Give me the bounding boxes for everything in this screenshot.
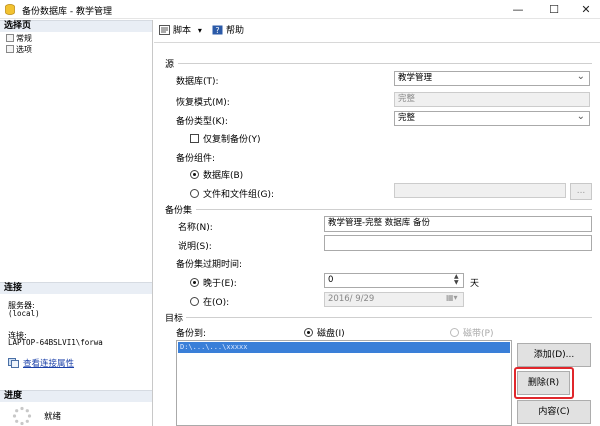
backup-type-select[interactable]: 完整 <box>394 111 590 126</box>
page-options-label: 选项 <box>16 45 32 54</box>
component-database-radio[interactable]: 数据库(B) <box>190 168 243 181</box>
view-connection-properties-label: 查看连接属性 <box>23 359 75 369</box>
expire-on-radio[interactable]: 在(O): <box>190 295 229 308</box>
server-value: (local) <box>8 309 40 318</box>
page-icon <box>6 45 14 53</box>
description-input[interactable] <box>324 235 592 251</box>
backup-type-label: 备份类型(K): <box>176 117 228 127</box>
chevron-down-icon: ▾ <box>197 26 202 35</box>
destination-list[interactable]: D:\...\...\xxxxx <box>176 340 512 426</box>
disk-label: 磁盘(I) <box>317 329 345 339</box>
copy-only-label: 仅复制备份(Y) <box>203 135 261 145</box>
radio-dot <box>190 189 199 198</box>
expire-label: 备份集过期时间: <box>176 260 243 270</box>
source-section-title: 源 <box>165 60 175 70</box>
close-button[interactable]: ✕ <box>572 0 600 19</box>
expire-after-radio[interactable]: 晚于(E): <box>190 276 237 289</box>
backup-set-divider <box>196 209 592 210</box>
component-files-radio[interactable]: 文件和文件组(G): <box>190 187 274 200</box>
files-field <box>394 183 566 198</box>
help-button[interactable]: ? 帮助 <box>212 24 244 38</box>
annotation-highlight-box <box>514 367 574 399</box>
window-title: 备份数据库 - 教学管理 <box>22 7 112 17</box>
radio-dot <box>190 170 199 179</box>
backup-component-label: 备份组件: <box>176 154 216 164</box>
toolbar-divider <box>154 42 600 43</box>
properties-icon <box>8 358 19 368</box>
expire-date-picker: 2016/ 9/29 <box>324 292 464 307</box>
radio-dot <box>450 328 459 337</box>
script-icon <box>159 25 170 35</box>
name-label: 名称(N): <box>178 223 213 233</box>
toolbar: 脚本 ▾ ? 帮助 <box>154 20 600 42</box>
connection-header: 连接 <box>0 282 152 294</box>
destination-divider <box>186 317 592 318</box>
page-general[interactable]: 常规 <box>6 33 32 44</box>
spinner-arrows-icon[interactable]: ▲ ▼ <box>454 274 459 286</box>
destination-list-item[interactable]: D:\...\...\xxxxx <box>178 342 510 353</box>
database-select[interactable]: 教学管理 <box>394 71 590 86</box>
tape-label: 磁带(P) <box>463 329 494 339</box>
days-label: 天 <box>470 279 480 289</box>
page-general-label: 常规 <box>16 34 32 43</box>
page-options[interactable]: 选项 <box>6 44 32 55</box>
radio-dot <box>190 278 199 287</box>
component-database-label: 数据库(B) <box>203 171 244 181</box>
recovery-model-label: 恢复模式(M): <box>176 98 230 108</box>
svg-text:?: ? <box>215 26 219 35</box>
tape-radio: 磁带(P) <box>450 326 493 339</box>
connection-value: LAPTOP-64BSLVI1\forwa <box>8 338 103 347</box>
description-label: 说明(S): <box>178 242 212 252</box>
source-divider <box>178 63 592 64</box>
expire-after-label: 晚于(E): <box>203 279 237 289</box>
calendar-dropdown-icon: ▦▾ <box>446 293 458 302</box>
maximize-button[interactable]: ☐ <box>540 0 568 19</box>
help-label: 帮助 <box>226 26 245 36</box>
page-icon <box>6 34 14 42</box>
progress-status: 就绪 <box>44 412 62 422</box>
progress-spinner-icon <box>12 406 32 426</box>
script-button[interactable]: 脚本 ▾ <box>159 24 202 38</box>
component-files-label: 文件和文件组(G): <box>203 190 275 200</box>
title-bar: 备份数据库 - 教学管理 — ☐ ✕ <box>0 0 600 19</box>
backup-to-label: 备份到: <box>176 329 207 339</box>
backup-name-input[interactable]: 教学管理-完整 数据库 备份 <box>324 216 592 232</box>
backup-set-section-title: 备份集 <box>165 206 193 216</box>
add-destination-button[interactable]: 添加(D)... <box>517 343 591 367</box>
database-label: 数据库(T): <box>176 77 219 87</box>
destination-section-title: 目标 <box>165 314 184 324</box>
select-page-header: 选择页 <box>0 20 152 32</box>
radio-dot <box>304 328 313 337</box>
database-icon <box>5 4 15 15</box>
view-connection-properties-link[interactable]: 查看连接属性 <box>8 357 74 369</box>
radio-dot <box>190 297 199 306</box>
recovery-model-field: 完整 <box>394 92 590 107</box>
progress-header: 进度 <box>0 390 152 402</box>
help-icon: ? <box>212 25 223 35</box>
copy-only-checkbox[interactable]: 仅复制备份(Y) <box>190 132 261 145</box>
contents-button[interactable]: 内容(C) <box>517 400 591 424</box>
browse-files-button[interactable]: ... <box>570 183 592 200</box>
expire-on-label: 在(O): <box>203 298 230 308</box>
script-label: 脚本 <box>173 26 192 36</box>
minimize-button[interactable]: — <box>504 0 532 19</box>
checkbox-box <box>190 134 199 143</box>
disk-radio[interactable]: 磁盘(I) <box>304 326 345 339</box>
left-pane: 选择页 常规 选项 连接 服务器: (local) 连接: LAPTOP-64B… <box>0 20 153 426</box>
expire-days-input[interactable]: 0 <box>324 273 464 288</box>
